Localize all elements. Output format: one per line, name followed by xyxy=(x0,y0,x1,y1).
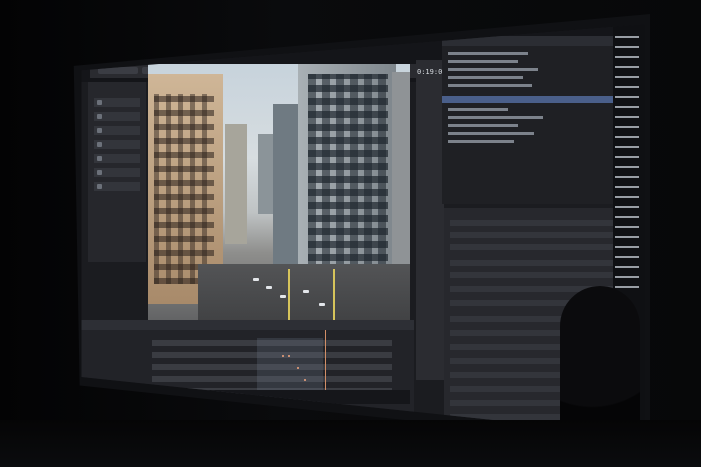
place-actors-panel xyxy=(88,82,146,262)
outliner-item[interactable] xyxy=(448,60,518,63)
outliner-item[interactable] xyxy=(448,132,534,135)
panel-text-line xyxy=(615,56,639,58)
details-row[interactable] xyxy=(450,232,638,238)
panel-row[interactable] xyxy=(94,126,140,135)
panel-text-line xyxy=(615,236,639,238)
car xyxy=(319,303,325,306)
panel-row[interactable] xyxy=(94,154,140,163)
outliner-item[interactable] xyxy=(448,76,523,79)
keyframe[interactable] xyxy=(304,379,306,381)
panel-text-line xyxy=(615,116,639,118)
keyframe[interactable] xyxy=(297,367,299,369)
building-mid xyxy=(225,124,247,244)
panel-text-line xyxy=(615,136,639,138)
panel-row[interactable] xyxy=(94,182,140,191)
building-right xyxy=(392,72,410,282)
panel-text-line xyxy=(615,86,639,88)
timeline-header xyxy=(81,320,414,330)
actor-icon xyxy=(97,184,102,189)
details-row[interactable] xyxy=(450,260,638,266)
panel-text-line xyxy=(615,66,639,68)
photo-scene: 0:19:08 xyxy=(0,0,701,467)
panel-text-line xyxy=(615,206,639,208)
panel-text-line xyxy=(615,186,639,188)
panel-row[interactable] xyxy=(94,140,140,149)
building-windows xyxy=(154,94,214,284)
panel-text-line xyxy=(615,106,639,108)
panel-text-line xyxy=(615,216,639,218)
outliner-item[interactable] xyxy=(448,124,518,127)
outliner-item[interactable] xyxy=(448,116,543,119)
editor-screen: 0:19:08 xyxy=(81,24,645,436)
3d-viewport-city[interactable] xyxy=(148,64,410,334)
actor-icon xyxy=(97,128,102,133)
tower-windows xyxy=(308,74,388,274)
actor-icon xyxy=(97,156,102,161)
panel-text-line xyxy=(615,76,639,78)
car xyxy=(266,286,272,289)
panel-text-line xyxy=(615,196,639,198)
outliner-item[interactable] xyxy=(448,52,528,55)
outliner-item[interactable] xyxy=(448,68,538,71)
car xyxy=(280,295,286,298)
panel-text-line xyxy=(615,286,639,288)
panel-text-line xyxy=(615,256,639,258)
details-row[interactable] xyxy=(450,220,638,226)
details-row[interactable] xyxy=(450,244,638,250)
panel-row[interactable] xyxy=(94,98,140,107)
panel-text-line xyxy=(615,36,639,38)
taskbar-app-icon[interactable] xyxy=(142,394,148,400)
actor-icon xyxy=(97,170,102,175)
details-row[interactable] xyxy=(450,272,638,278)
actor-icon xyxy=(97,100,102,105)
panel-text-line xyxy=(615,46,639,48)
taskbar-app-icon[interactable] xyxy=(100,394,106,400)
desk-foreground xyxy=(0,420,701,467)
panel-text-line xyxy=(615,96,639,98)
panel-row[interactable] xyxy=(94,112,140,121)
panel-text-line xyxy=(615,146,639,148)
actor-icon xyxy=(97,114,102,119)
taskbar-app-icon[interactable] xyxy=(128,394,134,400)
taskbar-app-icon[interactable] xyxy=(156,394,162,400)
panel-text-line xyxy=(615,266,639,268)
keyframe[interactable] xyxy=(282,355,284,357)
panel-text-line xyxy=(615,156,639,158)
panel-text-line xyxy=(615,176,639,178)
keyframe[interactable] xyxy=(288,355,290,357)
outliner-item[interactable] xyxy=(448,84,532,87)
panel-text-line xyxy=(615,166,639,168)
building-far xyxy=(273,104,301,264)
panel-row[interactable] xyxy=(94,168,140,177)
outliner-item[interactable] xyxy=(448,140,514,143)
panel-text-line xyxy=(615,276,639,278)
panel-text-line xyxy=(615,226,639,228)
car xyxy=(303,290,309,293)
taskbar-app-icon[interactable] xyxy=(114,394,120,400)
actor-icon xyxy=(97,142,102,147)
building-far xyxy=(258,134,274,214)
panel-text-line xyxy=(615,126,639,128)
time-panel xyxy=(416,60,444,380)
car xyxy=(253,278,259,281)
outliner-item[interactable] xyxy=(448,108,508,111)
panel-text-line xyxy=(615,246,639,248)
